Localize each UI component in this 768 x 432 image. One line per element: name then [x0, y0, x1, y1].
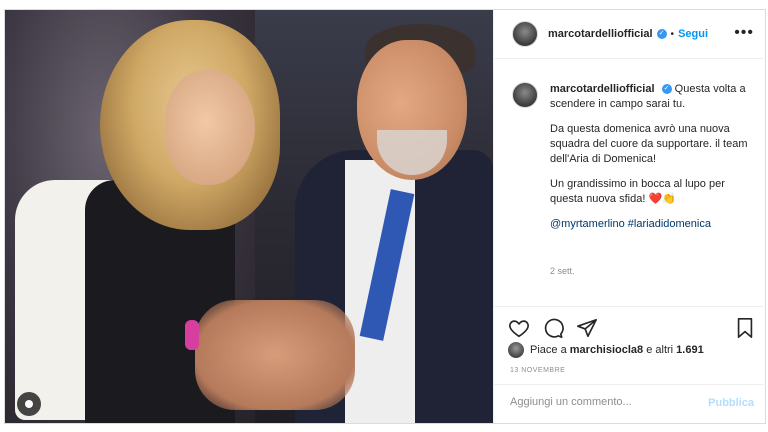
- share-icon[interactable]: [576, 317, 598, 339]
- avatar[interactable]: [512, 21, 538, 47]
- photo-hands: [195, 300, 355, 410]
- liker-avatar[interactable]: [508, 342, 524, 358]
- caption-line-3: Un grandissimo in bocca al lupo per ques…: [550, 178, 725, 205]
- header-username[interactable]: marcotardelliofficial: [548, 28, 653, 40]
- heart-icon[interactable]: [508, 317, 530, 339]
- comment-box: Pubblica: [494, 384, 766, 424]
- caption-emoji: ❤️👏: [648, 193, 676, 205]
- caption-line-2: Da questa domenica avrò una nuova squadr…: [550, 123, 748, 165]
- comment-icon[interactable]: [542, 317, 564, 339]
- separator-dot: •: [670, 28, 675, 40]
- caption-avatar[interactable]: [512, 82, 538, 108]
- post-sidebar: marcotardelliofficial ✓ • Segui ••• marc…: [493, 10, 766, 423]
- likes-user-link[interactable]: marchisiocla8: [570, 344, 643, 356]
- post-photo[interactable]: [5, 10, 493, 423]
- photo-woman-face: [165, 70, 255, 185]
- publish-button[interactable]: Pubblica: [708, 397, 754, 409]
- comment-input[interactable]: [508, 395, 692, 409]
- post-header: marcotardelliofficial ✓ • Segui •••: [494, 10, 766, 59]
- action-bar: [494, 306, 766, 347]
- photo-bracelet: [185, 320, 199, 350]
- likes-count[interactable]: 1.691: [676, 344, 704, 356]
- caption-username[interactable]: marcotardelliofficial: [550, 83, 655, 95]
- post-time-ago[interactable]: 2 sett.: [550, 266, 575, 276]
- more-options-icon[interactable]: •••: [734, 24, 754, 42]
- bookmark-icon[interactable]: [734, 317, 756, 339]
- follow-button[interactable]: Segui: [678, 28, 708, 40]
- likes-suffix: e altri: [646, 344, 674, 356]
- post-date[interactable]: 13 NOVEMBRE: [510, 367, 565, 374]
- verified-icon: ✓: [656, 29, 667, 39]
- caption-text: marcotardelliofficial ✓ Questa volta a s…: [550, 82, 755, 242]
- likes-summary: Piace a marchisiocla8 e altri 1.691: [508, 342, 704, 358]
- user-tag-icon[interactable]: [17, 392, 41, 416]
- verified-icon: ✓: [661, 84, 672, 95]
- likes-prefix: Piace a: [530, 344, 567, 356]
- mention-link[interactable]: @myrtamerlino: [550, 218, 625, 230]
- instagram-post-frame: marcotardelliofficial ✓ • Segui ••• marc…: [4, 9, 766, 424]
- hashtag-link[interactable]: #laria​didomenica: [628, 218, 711, 230]
